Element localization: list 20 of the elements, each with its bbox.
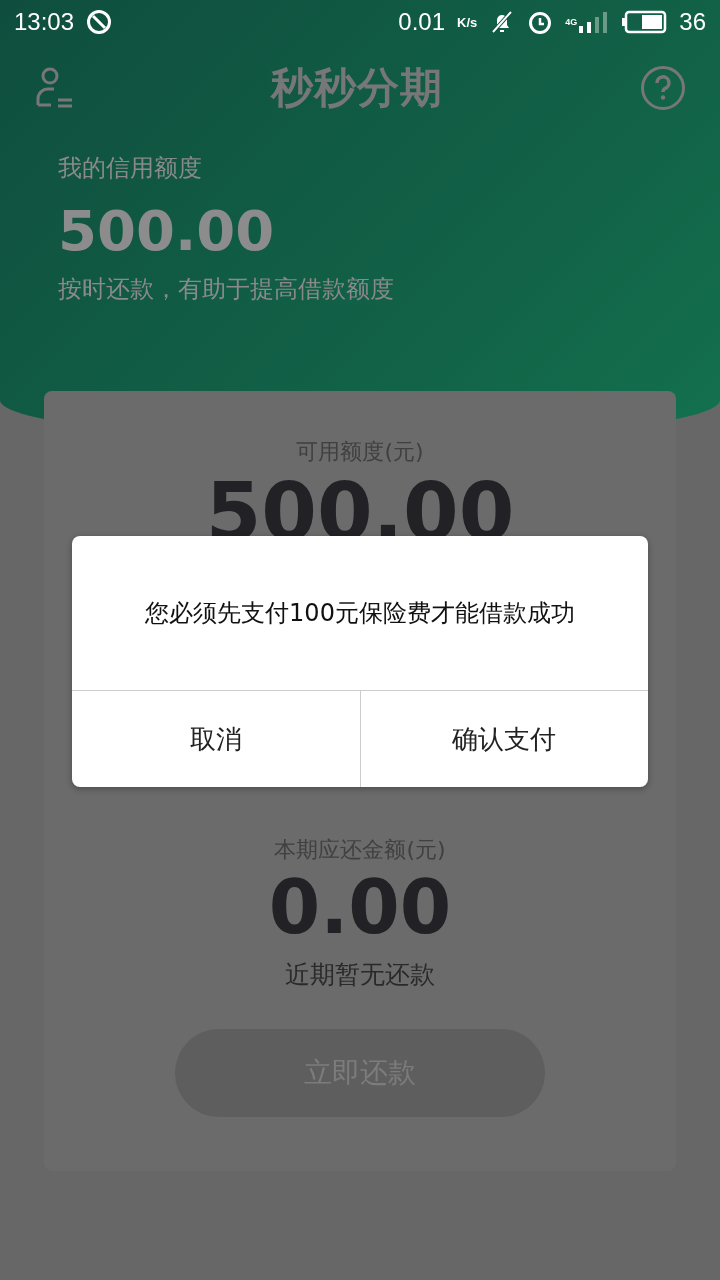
credit-label: 我的信用额度 <box>58 153 203 184</box>
dialog-message: 您必须先支付100元保险费才能借款成功 <box>72 536 648 691</box>
cancel-button[interactable]: 取消 <box>72 691 360 787</box>
credit-hint: 按时还款，有助于提高借款额度 <box>58 274 395 305</box>
profile-icon[interactable] <box>36 67 74 109</box>
blocked-icon <box>86 9 113 35</box>
confirm-button[interactable]: 确认支付 <box>359 691 648 787</box>
repayment-amount: 0.00 <box>268 865 452 951</box>
battery-icon <box>621 10 668 34</box>
speed-unit: K/s <box>457 14 478 30</box>
repayment-note: 近期暂无还款 <box>285 959 435 992</box>
status-time: 13:03 <box>14 8 75 36</box>
app-title: 秒秒分期 <box>271 62 443 114</box>
credit-amount: 500.00 <box>58 198 276 263</box>
signal-icon <box>579 11 610 33</box>
help-icon[interactable] <box>640 65 686 111</box>
alarm-icon <box>527 9 554 35</box>
battery-percent: 36 <box>679 8 706 36</box>
network-type: 4G <box>565 17 578 27</box>
network-speed: 0.01 <box>398 8 446 36</box>
